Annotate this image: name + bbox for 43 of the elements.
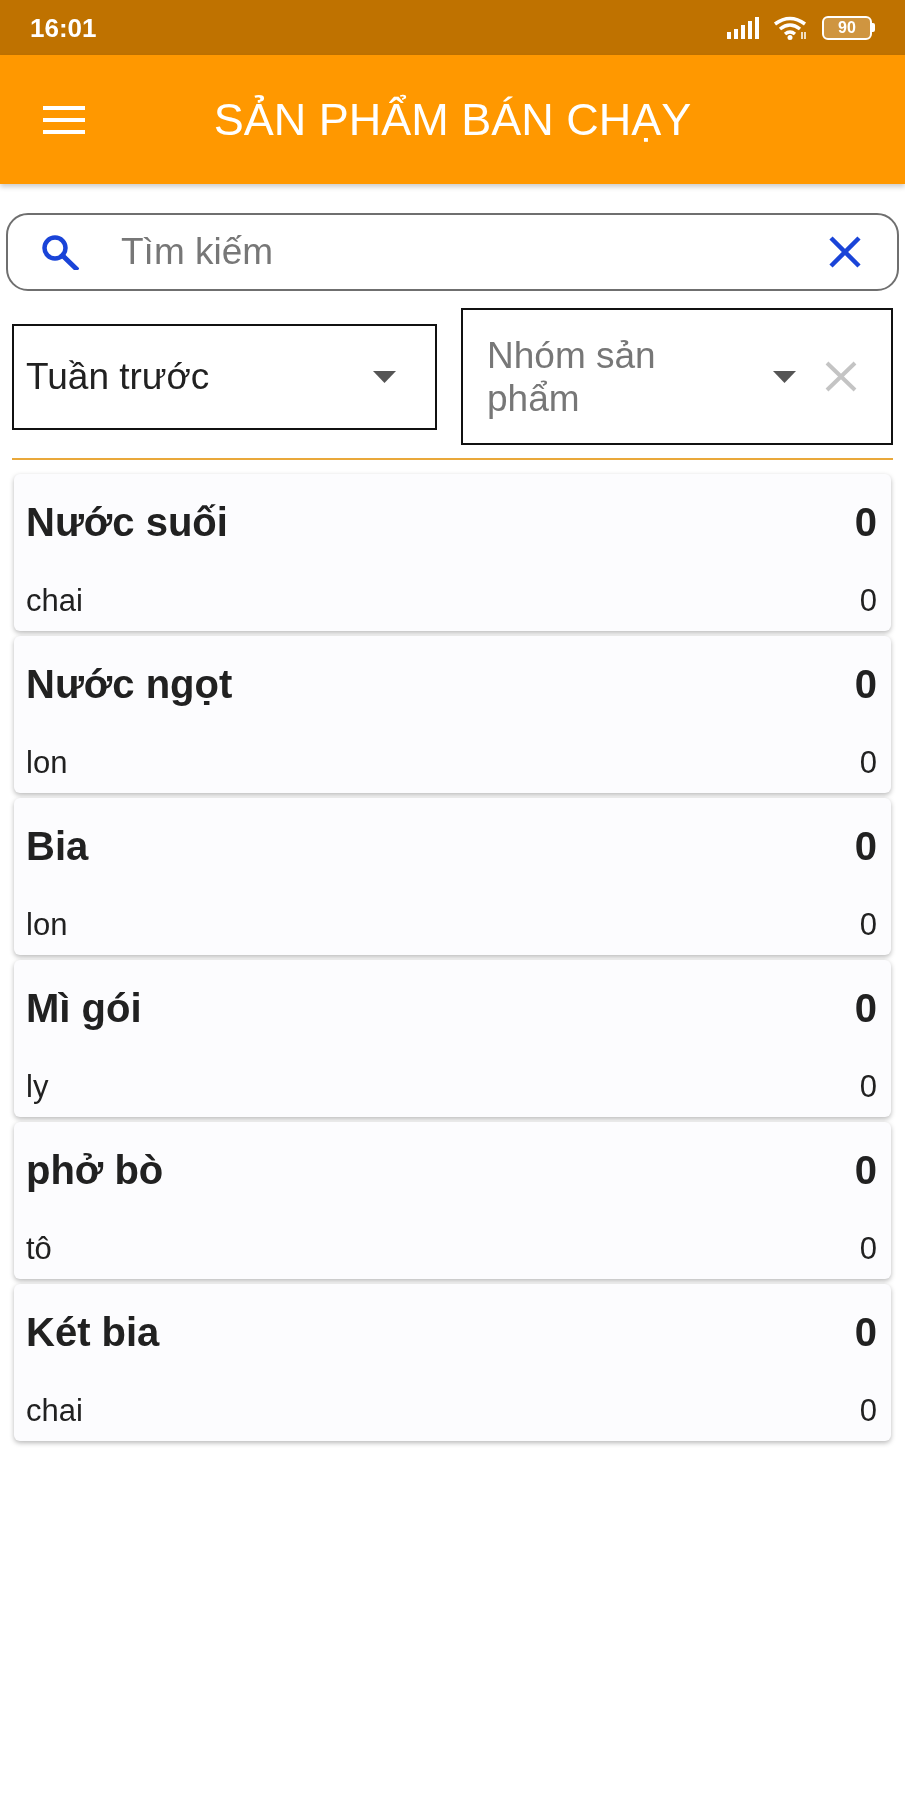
product-card[interactable]: phở bò 0 tô 0 [14, 1122, 891, 1279]
unit-value: 0 [859, 909, 877, 940]
product-unit: chai [26, 1395, 83, 1426]
caret-icon [773, 370, 796, 383]
product-name: phở bò [26, 1150, 164, 1190]
product-value: 0 [854, 664, 877, 704]
product-name: Mì gói [26, 988, 142, 1028]
unit-value: 0 [859, 585, 877, 616]
unit-value: 0 [859, 1395, 877, 1426]
product-unit: lon [26, 747, 68, 778]
status-time: 16:01 [30, 14, 97, 41]
product-unit: lon [26, 909, 68, 940]
product-unit: tô [26, 1233, 52, 1264]
product-value: 0 [854, 1312, 877, 1352]
product-name: Bia [26, 826, 89, 866]
menu-icon[interactable] [43, 105, 85, 134]
unit-value: 0 [859, 1233, 877, 1264]
signal-icon [727, 16, 761, 39]
product-value: 0 [854, 1150, 877, 1190]
product-unit: chai [26, 585, 83, 616]
search-field[interactable]: Tìm kiếm [6, 213, 899, 291]
close-icon[interactable] [829, 236, 861, 268]
product-unit: ly [26, 1071, 49, 1102]
product-card[interactable]: Nước ngọt 0 lon 0 [14, 636, 891, 793]
product-card[interactable]: Nước suối 0 chai 0 [14, 474, 891, 631]
clear-icon[interactable] [825, 361, 857, 392]
product-value: 0 [854, 988, 877, 1028]
product-card[interactable]: Bia 0 lon 0 [14, 798, 891, 955]
product-card[interactable]: Két bia 0 chai 0 [14, 1284, 891, 1441]
product-name: Nước suối [26, 502, 228, 542]
product-name: Nước ngọt [26, 664, 233, 704]
product-card[interactable]: Mì gói 0 ly 0 [14, 960, 891, 1117]
product-name: Két bia [26, 1312, 160, 1352]
unit-value: 0 [859, 1071, 877, 1102]
search-icon [41, 234, 79, 270]
search-input[interactable]: Tìm kiếm [121, 230, 829, 274]
battery-indicator: 90 [822, 15, 875, 40]
dropdown[interactable]: Nhóm sản phẩm [461, 308, 893, 445]
dropdown[interactable]: Tuần trước [12, 323, 437, 430]
unit-value: 0 [859, 747, 877, 778]
product-value: 0 [854, 502, 877, 542]
caret-icon [373, 370, 396, 383]
product-value: 0 [854, 826, 877, 866]
